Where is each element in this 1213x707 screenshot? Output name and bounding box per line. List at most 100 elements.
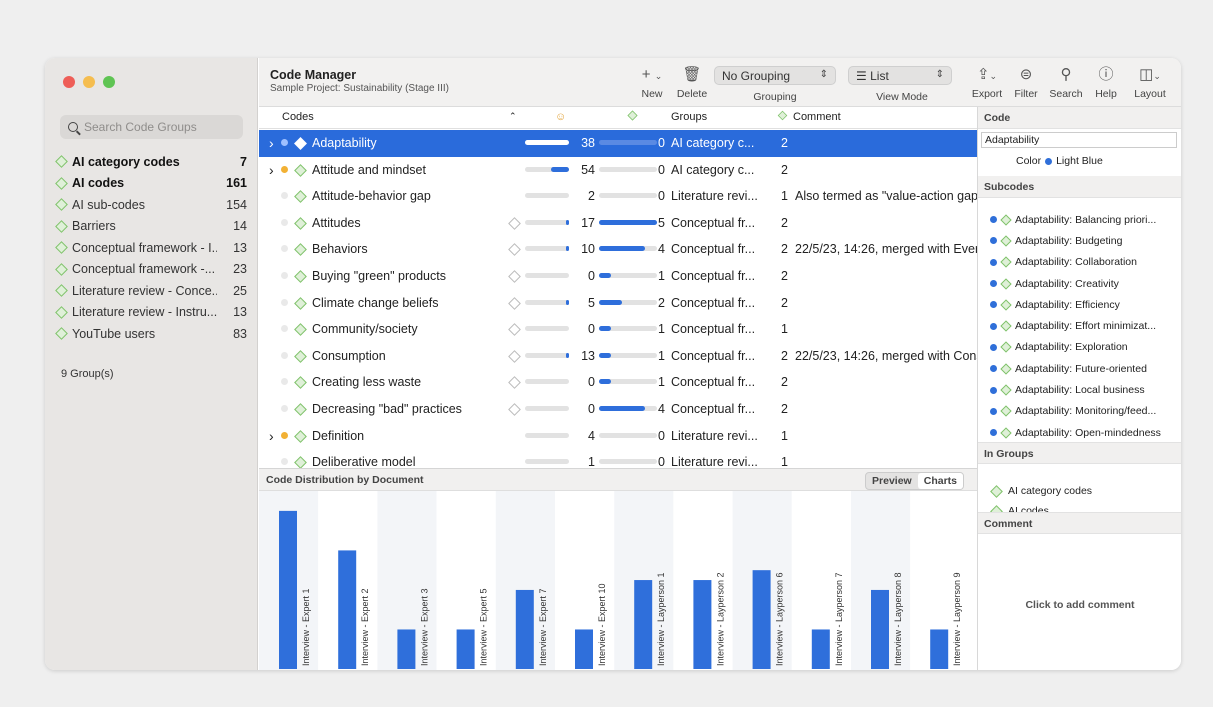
table-row[interactable]: Decreasing "bad" practices 0 4 Conceptual f… — [259, 396, 977, 423]
code-group: Literature revi... — [671, 428, 758, 443]
code-group-item[interactable]: Literature review - Instru... 13 — [55, 302, 247, 324]
chart-bar[interactable] — [515, 589, 534, 669]
add-comment-area[interactable]: Click to add comment — [978, 599, 1181, 611]
table-row[interactable]: Attitude-behavior gap 2 0 Literature revi..… — [259, 183, 977, 210]
subcode-item[interactable]: Adaptability: Budgeting — [990, 230, 1180, 251]
layout-button[interactable]: ◫⌄ Layout — [1131, 66, 1169, 100]
subcode-item[interactable]: Adaptability: Efficiency — [990, 294, 1180, 315]
code-group: AI category c... — [671, 136, 755, 150]
quotation-count: 0 — [588, 402, 595, 416]
table-row[interactable]: Deliberative model 1 0 Literature revi... 1 — [259, 449, 977, 470]
chart-bar[interactable] — [693, 580, 712, 669]
chart-bar[interactable] — [338, 550, 357, 669]
code-group-icon — [55, 284, 68, 298]
chart-bar[interactable] — [397, 629, 416, 669]
subcode-item[interactable]: Adaptability: Future-oriented — [990, 358, 1180, 379]
expand-chevron-icon[interactable]: › — [269, 135, 274, 151]
quotation-bar — [525, 379, 569, 385]
table-row[interactable]: › Attitude and mindset 54 0 AI category c...… — [259, 157, 977, 184]
linked-column-icon[interactable] — [627, 110, 638, 123]
quotation-bar — [525, 432, 569, 438]
search-button[interactable]: ⚲ Search — [1047, 66, 1085, 100]
subcode-diamond-icon — [1000, 426, 1012, 439]
subcode-name: Adaptability: Efficiency — [1015, 298, 1120, 311]
code-group-count: 154 — [226, 197, 247, 212]
code-group-item[interactable]: Conceptual framework -... 23 — [55, 259, 247, 281]
code-group: Conceptual fr... — [671, 215, 756, 230]
table-row[interactable]: › Adaptability 38 0 AI category c... 2 — [259, 130, 977, 157]
subcode-item[interactable]: Adaptability: Exploration — [990, 337, 1180, 358]
table-row[interactable]: Creating less waste 0 1 Conceptual fr... 2 — [259, 369, 977, 396]
code-name: Attitude-behavior gap — [312, 189, 431, 204]
group-count: 2 — [781, 375, 788, 390]
table-row[interactable]: Behaviors 10 4 Conceptual fr... 2 22/5/23, 14… — [259, 236, 977, 263]
chart-bar[interactable] — [752, 570, 771, 669]
quotation-count: 17 — [581, 215, 595, 230]
code-color-dot — [281, 272, 288, 279]
group-icon — [990, 484, 1003, 498]
expand-chevron-icon[interactable]: › — [269, 162, 274, 178]
code-group-item[interactable]: AI sub-codes 154 — [55, 194, 247, 216]
chart-bar[interactable] — [456, 629, 475, 669]
subcode-item[interactable]: Adaptability: Collaboration — [990, 252, 1180, 273]
linked-bar — [599, 166, 657, 172]
subcode-name: Adaptability: Creativity — [1015, 277, 1119, 290]
subcode-item[interactable]: Adaptability: Open-mindedness — [990, 422, 1180, 443]
help-button[interactable]: ⓘ Help — [1092, 66, 1120, 100]
close-icon[interactable] — [63, 76, 75, 88]
chart-bar[interactable] — [811, 629, 830, 669]
table-row[interactable]: Consumption 13 1 Conceptual fr... 2 22/5/23, … — [259, 343, 977, 370]
expand-chevron-icon[interactable]: › — [269, 428, 274, 444]
color-row[interactable]: Color Light Blue — [1016, 155, 1103, 167]
code-color-dot — [281, 431, 288, 439]
code-name-field[interactable]: Adaptability — [981, 132, 1177, 148]
layout-label: Layout — [1134, 88, 1166, 100]
charts-tab[interactable]: Charts — [917, 473, 963, 489]
code-group-item[interactable]: YouTube users 83 — [55, 323, 247, 345]
code-group-item[interactable]: Conceptual framework - I... 13 — [55, 237, 247, 259]
chart-bar[interactable] — [575, 629, 593, 669]
linked-bar-fill — [599, 352, 611, 358]
chart-bar[interactable] — [634, 580, 653, 669]
minimize-icon[interactable] — [83, 76, 95, 88]
table-row[interactable]: › Definition 4 0 Literature revi... 1 — [259, 423, 977, 450]
comment-column-header[interactable]: Comment — [793, 111, 841, 123]
table-row[interactable]: Attitudes 17 5 Conceptual fr... 2 — [259, 210, 977, 237]
code-group-item[interactable]: Literature review - Conce... 25 — [55, 280, 247, 302]
table-row[interactable]: Community/society 0 1 Conceptual fr... 1 — [259, 316, 977, 343]
code-group-icon — [55, 305, 68, 319]
code-group-count: 7 — [240, 154, 247, 169]
code-group-item[interactable]: AI codes 161 — [55, 173, 247, 195]
subcode-item[interactable]: Adaptability: Balancing priori... — [990, 209, 1180, 230]
linked-count: 0 — [658, 189, 665, 204]
codes-column-header[interactable]: Codes — [282, 111, 314, 123]
table-row[interactable]: Climate change beliefs 5 2 Conceptual fr...… — [259, 290, 977, 317]
linked-bar — [599, 326, 657, 332]
subcode-diamond-icon — [1000, 405, 1012, 417]
search-code-groups-input[interactable]: Search Code Groups — [60, 115, 243, 139]
subcode-item[interactable]: Adaptability: Creativity — [990, 273, 1180, 294]
sort-ascending-icon[interactable]: ⌃ — [509, 111, 517, 122]
code-group-count: 14 — [233, 219, 247, 234]
code-count-column-icon[interactable]: ☺ — [555, 111, 566, 123]
subcode-diamond-icon — [1000, 235, 1012, 247]
subcode-item[interactable]: Adaptability: Monitoring/feed... — [990, 401, 1180, 422]
subcode-item[interactable]: Adaptability: Effort minimizat... — [990, 315, 1180, 336]
chart-bar[interactable] — [279, 510, 297, 669]
code-diamond-icon — [294, 216, 307, 230]
in-group-item[interactable]: AI category codes — [990, 481, 1092, 501]
preview-tab[interactable]: Preview — [866, 473, 918, 489]
chart-bar[interactable] — [871, 589, 889, 669]
code-group-item[interactable]: AI category codes 7 — [55, 151, 247, 173]
code-group: Conceptual fr... — [671, 375, 756, 390]
groups-column-header[interactable]: Groups — [671, 111, 707, 123]
linked-bar-fill — [599, 379, 611, 385]
subcode-item[interactable]: Adaptability: Local business — [990, 379, 1180, 400]
maximize-icon[interactable] — [103, 76, 115, 88]
table-row[interactable]: Buying "green" products 0 1 Conceptual fr..… — [259, 263, 977, 290]
code-group-item[interactable]: Barriers 14 — [55, 216, 247, 238]
chart-bar[interactable] — [930, 629, 949, 669]
filter-button[interactable]: ⊜ Filter — [1011, 66, 1041, 100]
subcode-diamond-icon — [1000, 299, 1012, 311]
subcode-name: Adaptability: Local business — [1015, 384, 1145, 397]
